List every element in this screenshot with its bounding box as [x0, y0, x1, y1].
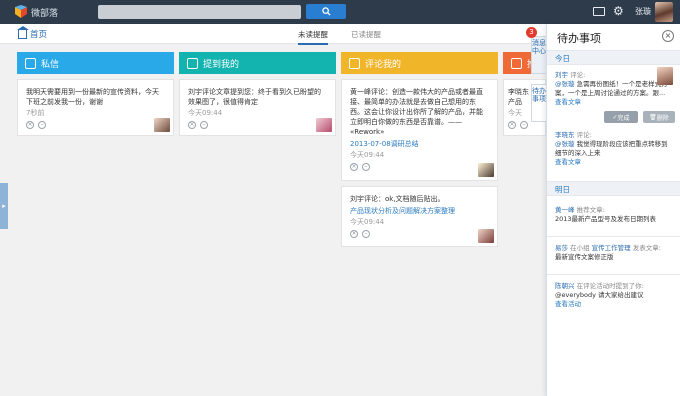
todo-text: 2013最新产品型号及发布日期列表 — [555, 215, 657, 223]
todo-meta: 评论: — [570, 71, 586, 79]
todo-meta: 评论: — [576, 131, 592, 139]
recommend-icon — [511, 57, 522, 69]
mail-icon[interactable] — [593, 7, 605, 16]
avatar — [478, 163, 494, 177]
more-icon[interactable]: – — [362, 230, 370, 238]
side-tab-label: 待办事项 — [532, 87, 546, 103]
column-title: 评论我的 — [365, 59, 402, 70]
card-time: 今天09:44 — [350, 151, 385, 159]
column-title: 私信 — [41, 59, 60, 70]
delete-button[interactable]: 🗑 删除 — [643, 111, 675, 123]
delete-label: 删除 — [656, 114, 669, 122]
column-comments[interactable]: 评论我的 — [341, 52, 498, 74]
todo-item[interactable]: 黄一峰 推荐文章: 2013最新产品型号及发布日期列表 — [555, 206, 674, 224]
card-time: 7秒前 — [26, 109, 45, 117]
divider — [547, 274, 680, 275]
column-title: 提到我的 — [203, 59, 240, 70]
column-mentions[interactable]: 提到我的 — [179, 52, 336, 74]
todo-meta: 推荐文章: — [576, 206, 605, 214]
left-panel-toggle[interactable]: ▸ — [0, 183, 8, 229]
card-time: 今天09:44 — [188, 109, 223, 117]
more-icon[interactable]: – — [362, 163, 370, 171]
tab-read-reminders[interactable]: 已读提醒 — [351, 29, 381, 40]
close-icon[interactable]: × — [350, 163, 358, 171]
todo-item[interactable]: 易莎 在小组 宣传工作管理 发表文章: 最新宣传文案修正版 — [555, 244, 674, 262]
card-text: 刘宇评论文章提到您：终于看到久已盼望的效果图了，很值得肯定 — [188, 88, 321, 106]
section-tomorrow: 明日 — [547, 181, 680, 196]
divider — [547, 236, 680, 237]
tab-unread-reminders[interactable]: 未读提醒 — [298, 29, 328, 45]
top-navigation-bar: 微部落 ⚙ 张璇 — [0, 0, 680, 24]
notification-card[interactable]: 刘宇评论：ok,文档随后贴出。 产品现状分析及问题解决方案整理 今天09:44 … — [341, 186, 498, 247]
more-icon[interactable]: – — [520, 121, 528, 129]
more-icon[interactable]: – — [200, 121, 208, 129]
todo-meta: 在评论活动时提到了你: — [576, 282, 644, 290]
card-time: 今天09:44 — [350, 218, 385, 226]
card-link[interactable]: 2013-07-08调研总结 — [350, 139, 489, 149]
panel-title: 待办事项 — [557, 32, 601, 45]
done-label: 完成 — [617, 114, 630, 122]
card-text: 刘宇评论：ok,文档随后贴出。 — [350, 195, 445, 203]
search-icon — [321, 7, 331, 16]
view-article-link[interactable]: 查看文章 — [555, 158, 581, 166]
message-icon — [25, 57, 36, 69]
todo-meta: 在小组 — [570, 244, 590, 252]
todo-text: 最新宣传文案修正版 — [555, 253, 614, 261]
at-icon — [187, 57, 198, 69]
todo-item[interactable]: 李晓东 评论: @张璇 我觉得现阶段应该把重点转移到细节的深入上来 查看文章 — [555, 131, 674, 167]
section-today: 今日 — [547, 50, 680, 65]
card-text: 黄一峰评论：创造一款伟大的产品或者最直接、最简单的办法就是去做自己想用的东西。这… — [350, 88, 483, 136]
todo-author[interactable]: 李晓东 — [555, 131, 575, 139]
todo-meta: 发表文章: — [632, 244, 661, 252]
close-icon[interactable]: × — [350, 230, 358, 238]
home-label: 首页 — [30, 30, 48, 40]
view-article-link[interactable]: 查看文章 — [555, 98, 581, 106]
side-tab-label: 消息中心 — [532, 39, 546, 55]
todo-group[interactable]: 宣传工作管理 — [592, 244, 631, 252]
todo-author[interactable]: 黄一峰 — [555, 206, 575, 214]
tab-todo[interactable]: 待办事项 — [531, 84, 547, 122]
view-activity-link[interactable]: 查看活动 — [555, 300, 581, 308]
close-icon[interactable]: × — [26, 121, 34, 129]
close-icon[interactable]: × — [508, 121, 516, 129]
notification-card[interactable]: 刘宇评论文章提到您：终于看到久已盼望的效果图了，很值得肯定 今天09:44 × … — [179, 79, 336, 136]
card-link[interactable]: 产品现状分析及问题解决方案整理 — [350, 206, 489, 216]
notification-card[interactable]: 我明天需要用到一份最新的宣传资料，今天下班之前发我一份，谢谢 7秒前 × – — [17, 79, 174, 136]
close-icon[interactable]: × — [662, 30, 674, 42]
user-avatar[interactable] — [655, 2, 673, 22]
tab-message-center[interactable]: 消息中心 — [531, 36, 547, 74]
close-icon[interactable]: × — [188, 121, 196, 129]
notification-card[interactable]: 黄一峰评论：创造一款伟大的产品或者最直接、最简单的办法就是去做自己想用的东西。这… — [341, 79, 498, 181]
sub-navigation-bar: 首页 未读提醒 已读提醒 — [0, 24, 546, 45]
username[interactable]: 张璇 — [635, 6, 651, 17]
column-private-messages[interactable]: 私信 — [17, 52, 174, 74]
done-button[interactable]: ✓ 完成 — [604, 111, 638, 123]
avatar — [316, 118, 332, 132]
todo-author[interactable]: 刘宇 — [555, 71, 568, 79]
todo-author[interactable]: 易莎 — [555, 244, 568, 252]
todo-mention[interactable]: @张璇 — [555, 80, 575, 88]
avatar — [657, 67, 673, 85]
card-text: 我明天需要用到一份最新的宣传资料，今天下班之前发我一份，谢谢 — [26, 88, 159, 106]
search-button[interactable] — [306, 4, 346, 19]
brand-name: 微部落 — [31, 9, 59, 19]
unread-badge: 3 — [526, 27, 537, 38]
avatar — [478, 229, 494, 243]
gear-icon[interactable]: ⚙ — [613, 5, 625, 17]
todo-text: @everybody 请大家给出建议 — [555, 291, 644, 299]
home-link[interactable]: 首页 — [17, 25, 48, 40]
comment-icon — [349, 57, 360, 69]
home-icon — [17, 25, 29, 39]
todo-author[interactable]: 陈朝兴 — [555, 282, 575, 290]
todo-item[interactable]: 陈朝兴 在评论活动时提到了你: @everybody 请大家给出建议 查看活动 — [555, 282, 674, 309]
todo-mention[interactable]: @张璇 — [555, 140, 575, 148]
more-icon[interactable]: – — [38, 121, 46, 129]
avatar — [154, 118, 170, 132]
app-logo-icon[interactable] — [14, 5, 28, 19]
search-input[interactable] — [98, 5, 301, 19]
